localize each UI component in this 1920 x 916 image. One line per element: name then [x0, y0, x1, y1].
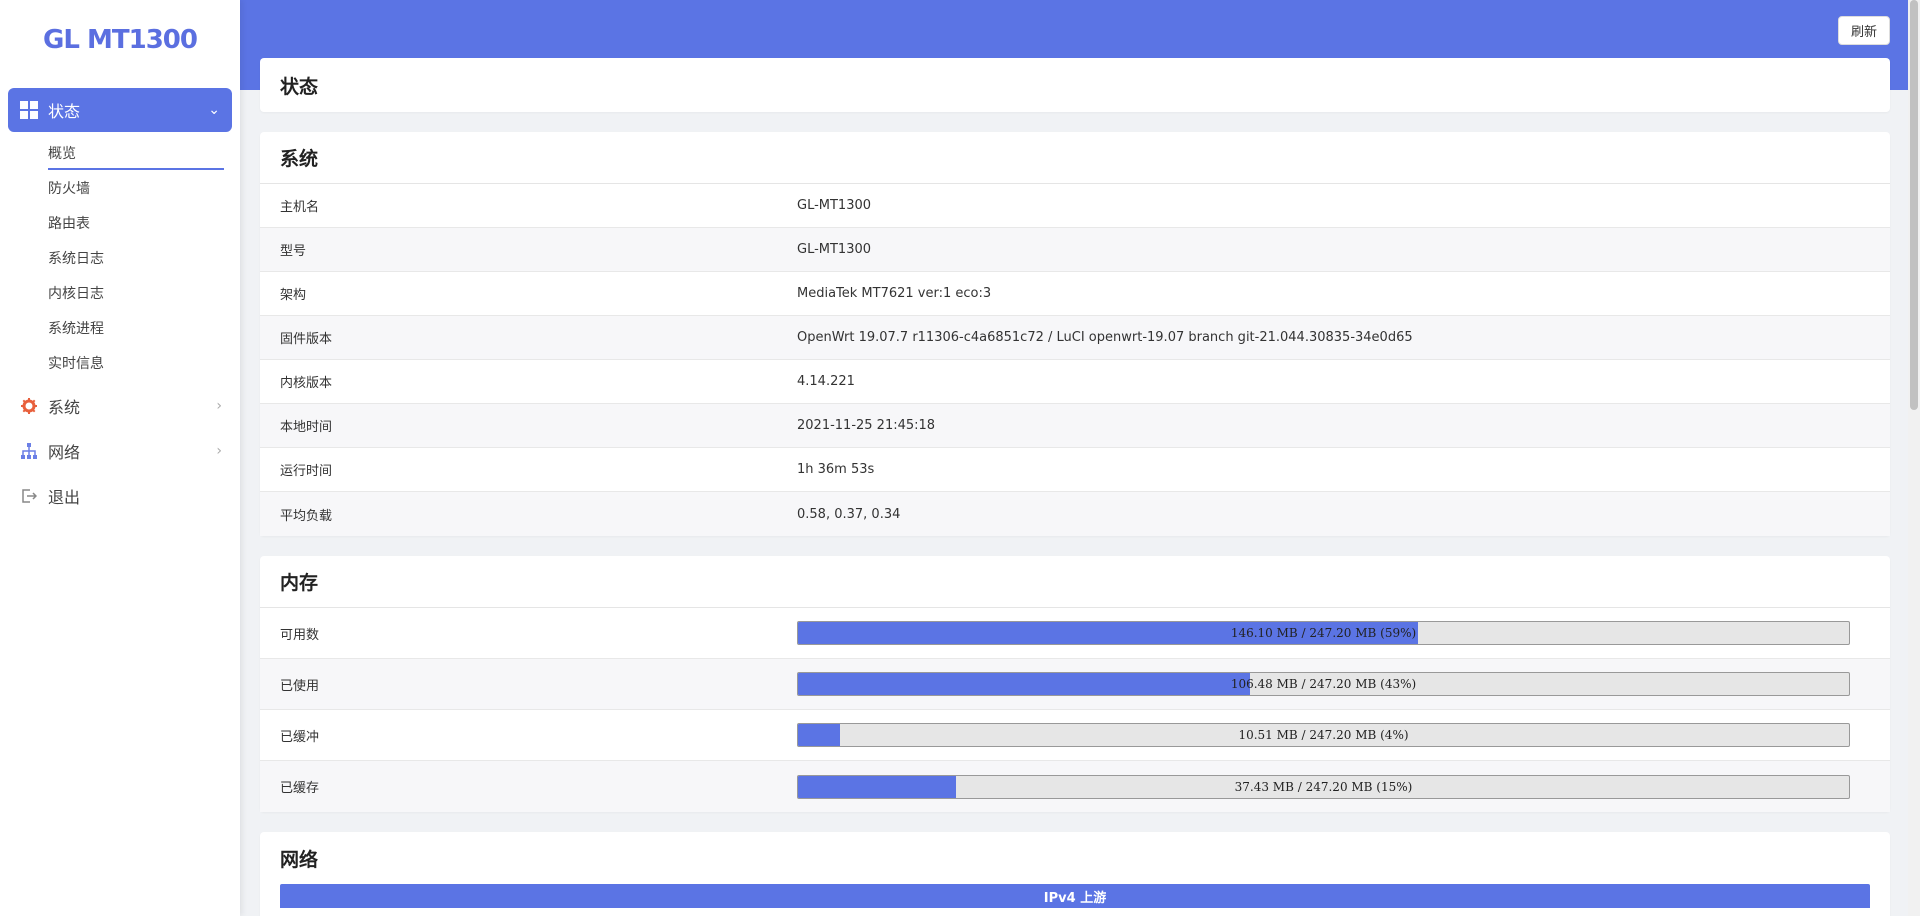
table-row: 主机名 GL-MT1300	[260, 184, 1890, 228]
progress-bar: 37.43 MB / 247.20 MB (15%)	[797, 774, 1850, 799]
table-row: 可用数 146.10 MB / 247.20 MB (59%)	[260, 608, 1890, 659]
table-row: 内核版本 4.14.221	[260, 360, 1890, 404]
submenu-item-kernel-log[interactable]: 内核日志	[0, 278, 240, 313]
chevron-down-icon: ⌄	[208, 102, 220, 118]
sidebar-item-status[interactable]: 状态 ⌄	[8, 88, 232, 132]
scrollbar-thumb[interactable]	[1910, 0, 1918, 410]
submenu-item-syslog[interactable]: 系统日志	[0, 243, 240, 278]
table-row: 已缓冲 10.51 MB / 247.20 MB (4%)	[260, 710, 1890, 761]
table-row: 运行时间 1h 36m 53s	[260, 448, 1890, 492]
sidebar-item-label: 网络	[48, 442, 81, 462]
submenu-item-firewall[interactable]: 防火墙	[0, 173, 240, 208]
memory-table: 可用数 146.10 MB / 247.20 MB (59%) 已使用 106.…	[260, 608, 1890, 812]
submenu-item-routes[interactable]: 路由表	[0, 208, 240, 243]
progress-bar: 146.10 MB / 247.20 MB (59%)	[797, 621, 1850, 645]
sidebar-item-label: 系统	[48, 397, 81, 417]
table-row: 已缓存 37.43 MB / 247.20 MB (15%)	[260, 761, 1890, 812]
network-section: 网络 IPv4 上游	[260, 832, 1890, 916]
network-icon	[20, 442, 38, 460]
progress-bar: 106.48 MB / 247.20 MB (43%)	[797, 672, 1850, 696]
page-scrollbar[interactable]	[1908, 0, 1920, 916]
progress-bar: 10.51 MB / 247.20 MB (4%)	[797, 723, 1850, 747]
section-title: 内存	[260, 556, 1890, 608]
section-title: 系统	[260, 132, 1890, 184]
section-title: 网络	[280, 848, 319, 871]
sidebar-item-logout[interactable]: 退出	[0, 473, 240, 518]
table-row: 已使用 106.48 MB / 247.20 MB (43%)	[260, 659, 1890, 710]
brand-logo: GL MT1300	[43, 25, 198, 55]
chevron-right-icon: ›	[216, 397, 222, 414]
system-section: 系统 主机名 GL-MT1300 型号 GL-MT1300 架构 MediaTek M…	[260, 132, 1890, 536]
sidebar-item-label: 退出	[48, 487, 81, 507]
table-row: 固件版本 OpenWrt 19.07.7 r11306-c4a6851c72 / …	[260, 316, 1890, 360]
submenu-item-realtime[interactable]: 实时信息	[0, 348, 240, 383]
memory-section: 内存 可用数 146.10 MB / 247.20 MB (59%) 已使用 1…	[260, 556, 1890, 812]
page-title: 状态	[260, 58, 1890, 112]
table-row: 平均负载 0.58, 0.37, 0.34	[260, 492, 1890, 536]
submenu-item-processes[interactable]: 系统进程	[0, 313, 240, 348]
chevron-right-icon: ›	[216, 442, 222, 459]
logout-icon	[20, 487, 38, 505]
sidebar-item-label: 状态	[48, 102, 81, 121]
main-content: 状态 系统 主机名 GL-MT1300 型号 GL-MT1300 架构 MediaTe…	[260, 58, 1890, 916]
refresh-button[interactable]: 刷新	[1837, 16, 1890, 45]
gear-icon	[20, 397, 38, 415]
table-row: 型号 GL-MT1300	[260, 228, 1890, 272]
ipv4-upstream-header: IPv4 上游	[280, 884, 1870, 908]
status-submenu: 概览 防火墙 路由表 系统日志 内核日志 系统进程 实时信息	[0, 132, 240, 383]
table-row: 架构 MediaTek MT7621 ver:1 eco:3	[260, 272, 1890, 316]
sidebar-item-network[interactable]: 网络 ›	[0, 428, 240, 473]
sidebar-item-system[interactable]: 系统 ›	[0, 383, 240, 428]
sidebar: GL MT1300 状态 ⌄ 概览 防火墙 路由表 系统日志 内核日志 系统进程…	[0, 0, 240, 916]
table-row: 本地时间 2021-11-25 21:45:18	[260, 404, 1890, 448]
dashboard-icon	[20, 101, 38, 119]
system-table: 主机名 GL-MT1300 型号 GL-MT1300 架构 MediaTek MT76…	[260, 184, 1890, 536]
submenu-item-overview[interactable]: 概览	[0, 138, 240, 173]
